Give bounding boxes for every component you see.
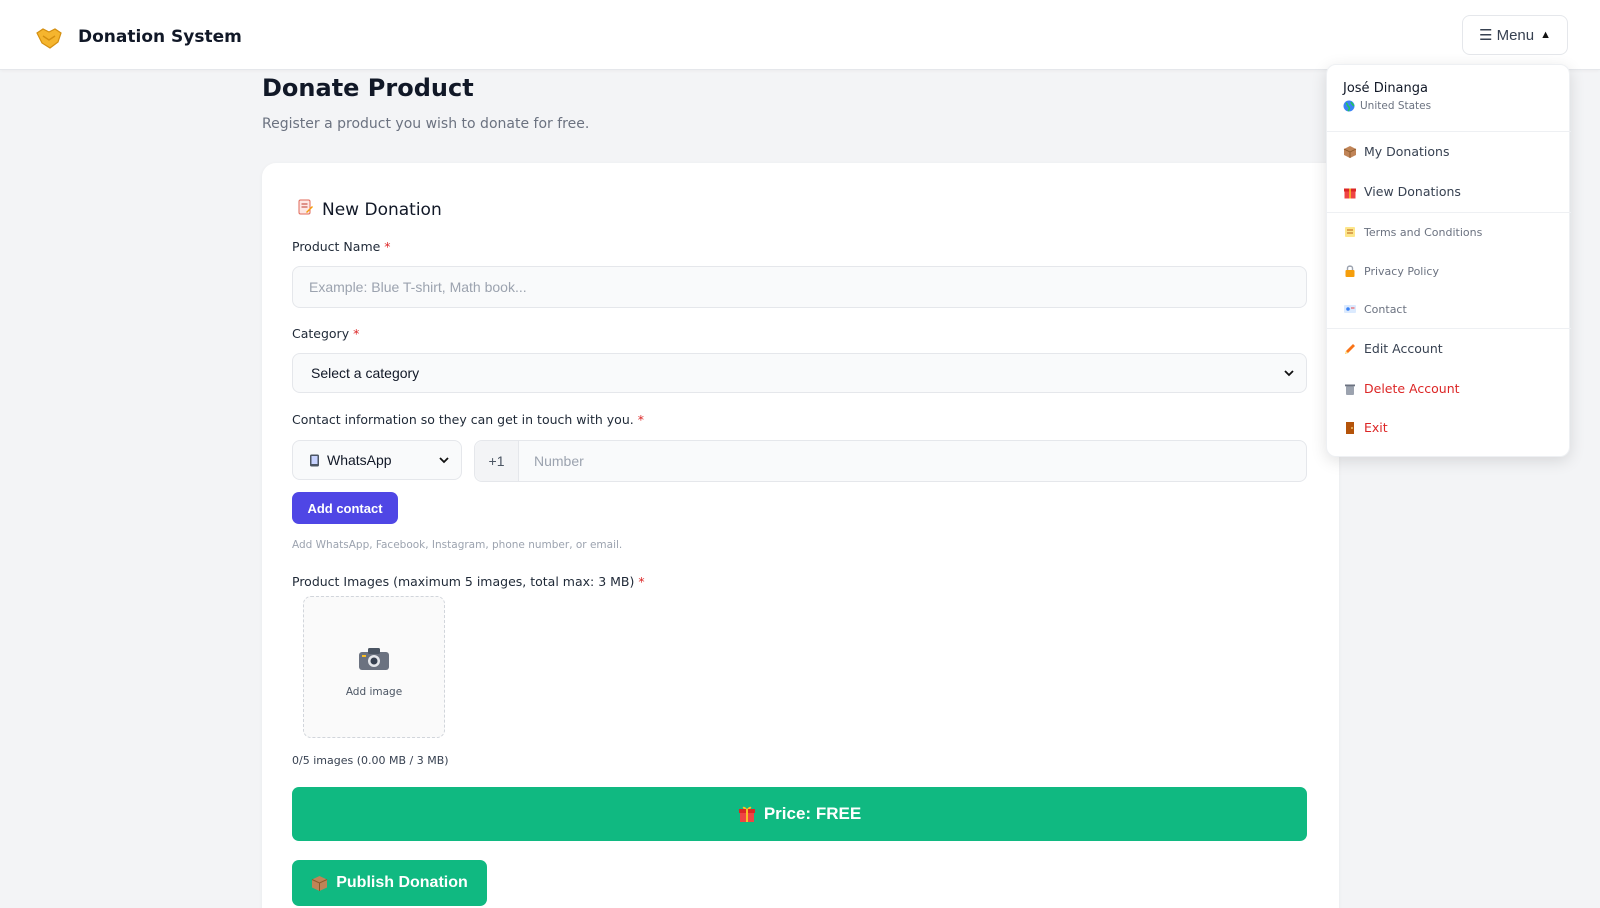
menu-item-label: Terms and Conditions bbox=[1364, 225, 1483, 239]
lock-icon bbox=[1345, 265, 1355, 277]
contact-hint: Add WhatsApp, Facebook, Instagram, phone… bbox=[292, 539, 623, 551]
category-selected-value: Select a category bbox=[311, 365, 420, 381]
contact-type-text: WhatsApp bbox=[327, 452, 392, 468]
user-name: José Dinanga bbox=[1343, 81, 1428, 96]
contact-label-text: Contact information so they can get in t… bbox=[292, 412, 634, 427]
menu-item-my-donations[interactable]: My Donations bbox=[1343, 144, 1449, 159]
brand[interactable]: Donation System bbox=[34, 22, 242, 52]
publish-donation-button[interactable]: Publish Donation bbox=[292, 860, 487, 906]
required-mark: * bbox=[638, 574, 645, 589]
menu-item-view-donations[interactable]: View Donations bbox=[1343, 184, 1461, 199]
page-title: Donate Product bbox=[262, 74, 474, 102]
product-name-label: Product Name * bbox=[292, 239, 391, 254]
phone-number-group: +1 Number bbox=[474, 440, 1307, 482]
menu-item-label: My Donations bbox=[1364, 144, 1450, 159]
chevron-down-icon bbox=[439, 457, 449, 464]
menu-item-terms[interactable]: Terms and Conditions bbox=[1343, 225, 1482, 239]
user-menu-dropdown: José Dinanga United States My Donations … bbox=[1326, 64, 1571, 457]
box-icon bbox=[312, 875, 328, 891]
chevron-down-icon bbox=[1284, 370, 1294, 377]
globe-icon bbox=[1343, 100, 1355, 112]
caret-up-icon: ▲ bbox=[1540, 29, 1552, 41]
door-icon bbox=[1346, 421, 1354, 434]
memo-icon bbox=[296, 198, 314, 221]
category-label-text: Category bbox=[292, 326, 350, 341]
product-name-placeholder: Example: Blue T-shirt, Math book... bbox=[309, 279, 527, 295]
image-count: 0/5 images (0.00 MB / 3 MB) bbox=[292, 754, 449, 767]
phone-icon bbox=[310, 454, 319, 466]
required-mark: * bbox=[384, 239, 391, 254]
app-title: Donation System bbox=[78, 27, 242, 47]
product-name-label-text: Product Name bbox=[292, 239, 381, 254]
menu-item-privacy[interactable]: Privacy Policy bbox=[1343, 264, 1439, 278]
add-image-dropzone[interactable]: Add image bbox=[303, 596, 445, 738]
images-label: Product Images (maximum 5 images, total … bbox=[292, 574, 645, 589]
menu-item-label: Contact bbox=[1364, 302, 1407, 316]
required-mark: * bbox=[637, 412, 644, 427]
gift-icon bbox=[1344, 188, 1356, 198]
menu-item-delete-account[interactable]: Delete Account bbox=[1343, 381, 1460, 396]
scroll-icon bbox=[1345, 227, 1355, 237]
handshake-icon bbox=[34, 22, 64, 52]
box-icon bbox=[1343, 145, 1357, 158]
user-info: José Dinanga United States bbox=[1343, 81, 1431, 112]
gift-icon bbox=[738, 806, 755, 822]
publish-label: Publish Donation bbox=[336, 874, 468, 891]
menu-item-label: Edit Account bbox=[1364, 341, 1443, 356]
menu-item-edit-account[interactable]: Edit Account bbox=[1343, 341, 1443, 356]
category-select[interactable]: Select a category bbox=[292, 353, 1307, 393]
add-contact-button[interactable]: Add contact bbox=[292, 492, 398, 524]
category-label: Category * bbox=[292, 326, 359, 341]
trash-icon bbox=[1345, 384, 1355, 395]
card-title: New Donation bbox=[296, 198, 442, 221]
camera-icon bbox=[358, 647, 390, 678]
contact-type-value: WhatsApp bbox=[309, 452, 392, 468]
donation-form-card: New Donation Product Name * Example: Blu… bbox=[262, 163, 1339, 908]
user-country: United States bbox=[1343, 100, 1431, 112]
contact-type-select[interactable]: WhatsApp bbox=[292, 440, 462, 480]
menu-item-label: Exit bbox=[1364, 420, 1388, 435]
menu-divider bbox=[1327, 131, 1571, 132]
menu-item-label: Privacy Policy bbox=[1364, 264, 1439, 278]
menu-button-label: ☰ Menu bbox=[1478, 27, 1535, 44]
images-label-text: Product Images (maximum 5 images, total … bbox=[292, 574, 635, 589]
price-label: Price: FREE bbox=[763, 804, 862, 823]
pencil-icon bbox=[1345, 343, 1355, 354]
menu-item-label: Delete Account bbox=[1364, 381, 1460, 396]
product-name-input[interactable]: Example: Blue T-shirt, Math book... bbox=[292, 266, 1307, 308]
user-country-text: United States bbox=[1360, 100, 1432, 112]
menu-item-exit[interactable]: Exit bbox=[1343, 420, 1388, 435]
menu-divider bbox=[1327, 328, 1571, 329]
contact-label: Contact information so they can get in t… bbox=[292, 412, 644, 427]
top-navbar: Donation System ☰ Menu ▲ bbox=[0, 0, 1600, 70]
price-banner: Price: FREE bbox=[292, 787, 1307, 841]
country-code-prefix: +1 bbox=[475, 441, 519, 481]
menu-divider bbox=[1327, 212, 1571, 213]
page-subtitle: Register a product you wish to donate fo… bbox=[262, 116, 590, 132]
phone-number-input[interactable]: Number bbox=[519, 441, 1306, 481]
id-card-icon bbox=[1344, 305, 1356, 313]
add-image-label: Add image bbox=[345, 685, 403, 698]
required-mark: * bbox=[353, 326, 360, 341]
card-title-text: New Donation bbox=[322, 199, 442, 220]
menu-item-label: View Donations bbox=[1364, 184, 1461, 199]
menu-button[interactable]: ☰ Menu ▲ bbox=[1462, 15, 1568, 55]
menu-item-contact[interactable]: Contact bbox=[1343, 302, 1407, 316]
